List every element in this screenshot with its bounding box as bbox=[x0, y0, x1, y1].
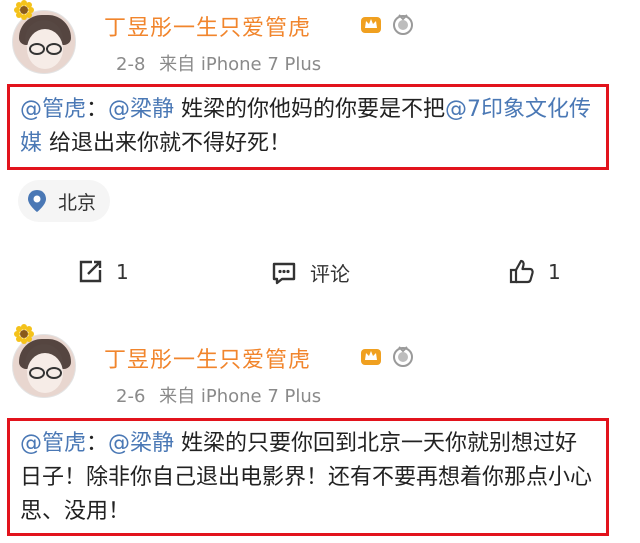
like-button[interactable]: 1 bbox=[508, 258, 561, 286]
medal-badge-icon bbox=[393, 14, 413, 35]
highlighted-comment: @管虎：@梁静 姓梁的只要你回到北京一天你就别想过好日子！除非你自己退出电影界！… bbox=[7, 418, 609, 536]
post-meta: 2-6 来自 iPhone 7 Plus bbox=[116, 382, 329, 408]
crown-badge-icon bbox=[361, 349, 381, 365]
crown-badge-icon bbox=[361, 17, 381, 33]
location-tag[interactable]: 北京 bbox=[18, 180, 111, 222]
comment-label: 评论 bbox=[310, 262, 350, 286]
mention-link[interactable]: @梁静 bbox=[108, 431, 174, 456]
username[interactable]: 丁昱彤一生只爱管虎 bbox=[104, 342, 311, 374]
post-meta: 2-8 来自 iPhone 7 Plus bbox=[116, 50, 329, 76]
highlighted-comment: @管虎：@梁静 姓梁的你他妈的你要是不把@7印象文化传媒 给退出来你就不得好死！ bbox=[7, 84, 609, 170]
sunflower-icon bbox=[14, 0, 34, 20]
comment-icon bbox=[272, 262, 296, 284]
comment-text: 姓梁的你他妈的你要是不把 bbox=[174, 97, 446, 122]
post-source: 来自 iPhone 7 Plus bbox=[159, 386, 322, 407]
location-label: 北京 bbox=[58, 191, 97, 214]
post-source: 来自 iPhone 7 Plus bbox=[159, 54, 322, 75]
comment-text: 给退出来你就不得好死！ bbox=[42, 131, 292, 156]
mention-link[interactable]: @梁静 bbox=[108, 97, 174, 122]
post-actions: 1 评论 1 bbox=[0, 258, 640, 298]
post-date: 2-6 bbox=[116, 386, 146, 407]
repost-icon bbox=[79, 260, 102, 283]
mention-link[interactable]: @管虎 bbox=[20, 97, 86, 122]
post-date: 2-8 bbox=[116, 54, 146, 75]
location-pin-icon bbox=[28, 190, 46, 212]
sunflower-icon bbox=[14, 324, 34, 344]
repost-count: 1 bbox=[116, 260, 129, 284]
repost-button[interactable]: 1 bbox=[76, 258, 129, 286]
medal-badge-icon bbox=[393, 346, 413, 367]
comment-button[interactable]: 评论 bbox=[270, 258, 350, 287]
mention-link[interactable]: @管虎 bbox=[20, 431, 86, 456]
like-icon bbox=[509, 259, 534, 284]
username[interactable]: 丁昱彤一生只爱管虎 bbox=[104, 10, 311, 42]
like-count: 1 bbox=[548, 260, 561, 284]
